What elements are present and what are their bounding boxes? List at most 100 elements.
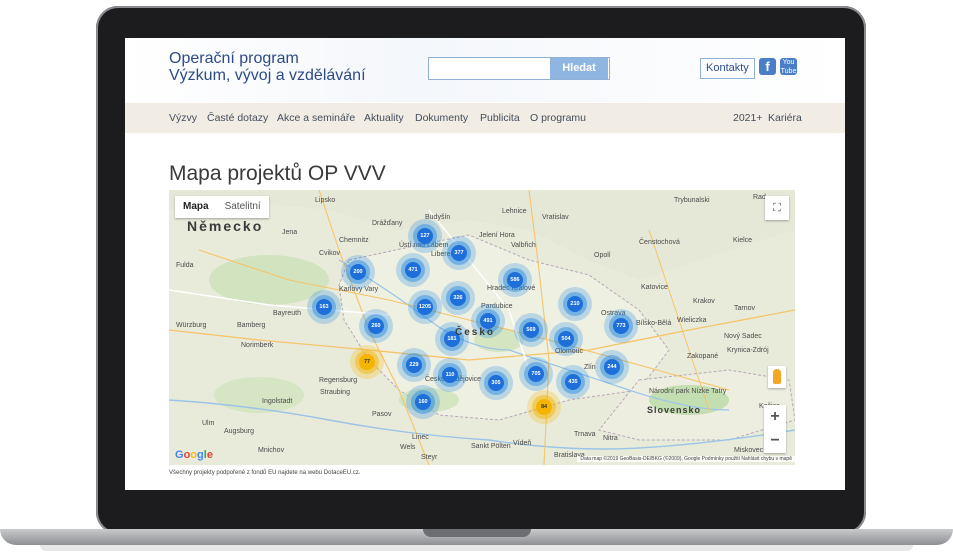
contacts-link[interactable]: Kontakty [700,58,755,79]
place-label: Wieliczka [677,317,707,324]
nav-item-vyzvy[interactable]: Výzvy [169,112,197,124]
cluster-count: 377 [451,245,467,261]
country-label-czechia: Česko [455,327,496,338]
place-label: Miskovec [734,447,764,454]
place-label: Rad [753,194,766,201]
site-header: Operační program Výzkum, vývoj a vzděláv… [125,38,845,102]
place-label: Katovice [641,284,668,291]
tab-satelitni[interactable]: Satelitní [217,196,269,218]
country-label-germany: Německo [187,218,264,234]
projects-map[interactable]: Německo Slovensko Lipsko Drážďany Budyší… [169,190,795,465]
place-label: Ulm [202,420,215,427]
place-label: Vídeň [513,440,532,447]
nav-item-akce[interactable]: Akce a semináře [277,112,355,124]
project-cluster-marker[interactable]: 77 [350,345,384,379]
project-cluster-marker[interactable]: 435 [556,365,590,399]
cluster-count: 84 [536,399,552,415]
project-cluster-marker[interactable]: 1205 [408,290,442,324]
cluster-count: 160 [415,394,431,410]
place-label: Straubing [320,389,350,396]
place-label: Fulda [176,262,194,269]
nav-item-2021[interactable]: 2021+ [733,112,763,124]
project-cluster-marker[interactable]: 586 [498,263,532,297]
place-label: Würzburg [176,322,207,329]
place-label: Vratislav [542,214,569,221]
place-label: Augsburg [224,428,254,435]
search-input[interactable] [429,58,549,79]
nav-item-aktuality[interactable]: Aktuality [364,112,404,124]
project-cluster-marker[interactable]: 773 [604,309,638,343]
tab-mapa[interactable]: Mapa [175,196,217,218]
place-label: Národní park Nízke Tatry [649,388,727,395]
place-label: Lehnice [502,208,527,215]
zoom-in-button[interactable]: + [764,405,786,429]
cluster-count: 773 [613,318,629,334]
map-attribution[interactable]: Data map ©2019 GeoBasis-DE/BKG (©2009), … [577,456,795,462]
search-button[interactable]: Hledat [550,58,608,79]
project-cluster-marker[interactable]: 127 [408,219,442,253]
nav-item-o-programu[interactable]: O programu [530,112,586,124]
place-label: Trnava [574,431,596,438]
place-label: Pasov [372,411,392,418]
place-label: Ingolstadt [262,398,293,405]
project-cluster-marker[interactable]: 705 [519,357,553,391]
place-label: Tarnov [734,305,756,312]
project-cluster-marker[interactable]: 200 [341,255,375,289]
project-cluster-marker[interactable]: 326 [441,281,475,315]
place-label: Valbřich [511,242,536,249]
place-label: Cvikov [319,250,341,257]
place-label: Čenstochová [639,239,680,246]
place-label: Bamberg [237,322,266,329]
place-label: Drážďany [372,220,403,227]
project-cluster-marker[interactable]: 110 [433,358,467,392]
street-view-pegman-icon[interactable] [768,366,786,388]
cluster-count: 244 [604,359,620,375]
cluster-count: 210 [567,296,583,312]
project-cluster-marker[interactable]: 244 [595,350,629,384]
place-label: Krynica-Zdrój [727,347,769,354]
nav-item-dokumenty[interactable]: Dokumenty [415,112,468,124]
zoom-out-button[interactable]: − [764,429,786,453]
nav-item-kariera[interactable]: Kariéra [768,112,802,124]
footnote: Všechny projekty podpořené z fondů EU na… [169,470,361,476]
cluster-count: 1205 [417,299,433,315]
project-cluster-marker[interactable]: 504 [549,322,583,356]
cluster-count: 705 [528,366,544,382]
place-label: Mnichov [258,447,285,454]
cluster-count: 504 [558,331,574,347]
google-logo: Google [175,449,213,461]
place-label: Jelení Hora [479,232,515,239]
country-label-slovakia: Slovensko [647,405,702,415]
nav-item-publicita[interactable]: Publicita [480,112,520,124]
facebook-icon[interactable]: f [759,58,776,75]
project-cluster-marker[interactable]: 569 [514,313,548,347]
project-cluster-marker[interactable]: 377 [442,236,476,270]
project-cluster-marker[interactable]: 229 [397,348,431,382]
project-cluster-marker[interactable]: 210 [558,287,592,321]
youtube-icon[interactable]: You Tube [780,58,797,75]
zoom-control: + − [764,405,786,453]
project-cluster-marker[interactable]: 305 [479,366,513,400]
cluster-count: 569 [523,322,539,338]
fullscreen-icon[interactable]: ⛶ [765,196,789,220]
project-cluster-marker[interactable]: 160 [406,385,440,419]
place-label: Jena [282,229,298,236]
place-label: Steyr [421,454,438,461]
cluster-count: 260 [368,318,384,334]
project-cluster-marker[interactable]: 260 [359,309,393,343]
cluster-count: 586 [507,272,523,288]
project-cluster-marker[interactable]: 84 [527,390,561,424]
place-label: Sankt Pölten [471,443,511,450]
map-type-tabs: Mapa Satelitní [175,196,269,218]
cluster-count: 200 [350,264,366,280]
project-cluster-marker[interactable]: 163 [307,290,341,324]
place-label: Linec [412,434,429,441]
brand-line-2: Výzkum, vývoj a vzdělávání [169,67,366,84]
cluster-count: 229 [406,357,422,373]
nav-item-caste-dotazy[interactable]: Časté dotazy [207,112,268,124]
project-cluster-marker[interactable]: 471 [396,253,430,287]
place-label: Chemnitz [339,237,369,244]
site-logo[interactable]: Operační program Výzkum, vývoj a vzděláv… [169,50,366,84]
place-label: Kielce [733,237,753,244]
cluster-count: 471 [405,262,421,278]
